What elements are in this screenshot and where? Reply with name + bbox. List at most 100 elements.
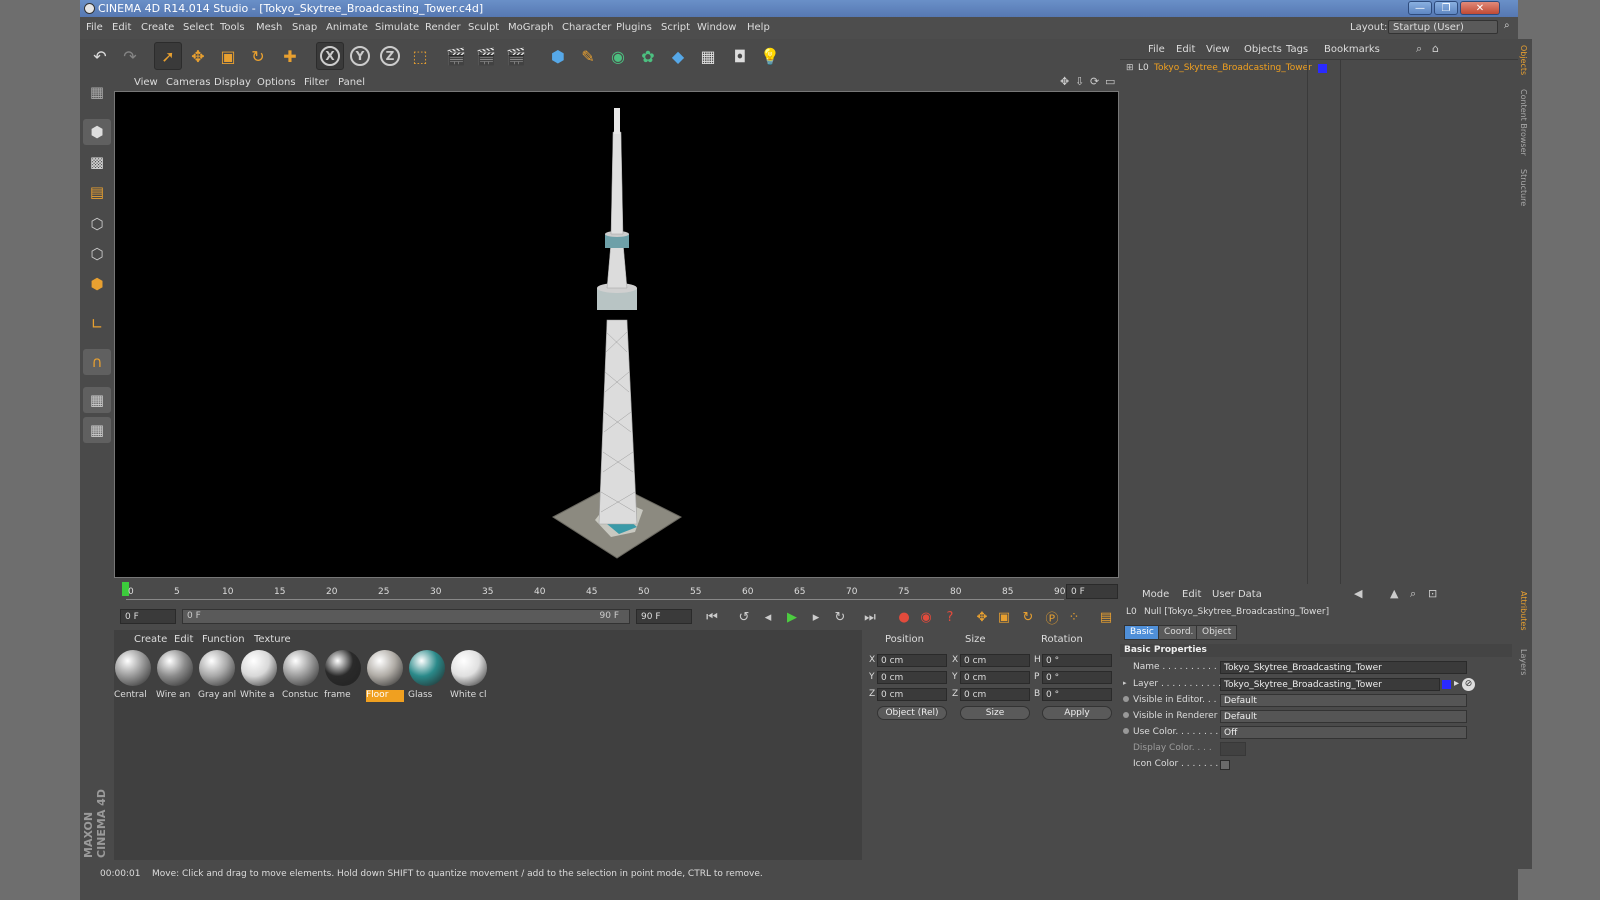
back-arrow-icon[interactable]: ◀ — [1354, 587, 1362, 600]
pos-y-field[interactable]: 0 cm — [877, 671, 947, 684]
visible-in-editor-dropdown[interactable]: Default — [1220, 694, 1467, 707]
record-parameter-icon[interactable]: Ⓟ — [1042, 608, 1062, 627]
start-frame-field[interactable]: 0 F — [120, 609, 176, 624]
object-menu-file[interactable]: File — [1148, 44, 1165, 55]
animation-dot-icon[interactable] — [1123, 728, 1129, 734]
layout-dropdown[interactable]: Startup (User) — [1388, 20, 1498, 34]
workplane-icon[interactable]: ▦ — [83, 387, 111, 413]
point-mode-icon[interactable]: ⬡ — [83, 211, 111, 237]
undo-icon[interactable]: ↶ — [86, 42, 114, 70]
coordinate-system-icon[interactable]: ⬚ — [406, 42, 434, 70]
rot-h-field[interactable]: 0 ° — [1042, 654, 1112, 667]
current-frame-field[interactable]: 0 F — [1066, 584, 1118, 599]
side-tab-structure[interactable]: Structure — [1519, 169, 1528, 206]
side-tab-objects[interactable]: Objects — [1519, 45, 1528, 75]
size-z-field[interactable]: 0 cm — [960, 688, 1030, 701]
display-color-swatch[interactable] — [1220, 742, 1246, 756]
menu-tools[interactable]: Tools — [220, 22, 245, 33]
attr-menu-mode[interactable]: Mode — [1142, 589, 1169, 600]
side-tab-layers[interactable]: Layers — [1519, 649, 1528, 675]
expand-toggle-icon[interactable]: ⊞ — [1126, 63, 1134, 73]
floor-object-icon[interactable]: ▦ — [694, 42, 722, 70]
side-tab-content-browser[interactable]: Content Browser — [1519, 89, 1528, 156]
object-row[interactable]: ⊞ L0 Tokyo_Skytree_Broadcasting_Tower — [1126, 62, 1506, 76]
material-menu-function[interactable]: Function — [202, 634, 245, 645]
z-axis-lock-icon[interactable]: Z — [376, 42, 404, 70]
menu-sculpt[interactable]: Sculpt — [468, 22, 499, 33]
coordinate-mode-dropdown[interactable]: Object (Rel) — [877, 706, 947, 720]
prop-name-field[interactable]: Tokyo_Skytree_Broadcasting_Tower — [1220, 661, 1467, 674]
rotate-tool-icon[interactable]: ↻ — [244, 42, 272, 70]
array-object-icon[interactable]: ✿ — [634, 42, 662, 70]
light-icon[interactable]: 💡 — [756, 42, 784, 70]
layer-browser-icon[interactable]: ⊘ — [1462, 678, 1475, 691]
scale-tool-icon[interactable]: ▣ — [214, 42, 242, 70]
goto-start-icon[interactable]: ⏮ — [702, 608, 722, 626]
material-swatch-selected[interactable]: Floor — [366, 650, 404, 702]
tab-object[interactable]: Object — [1196, 625, 1238, 640]
viewport-zoom-icon[interactable]: ⇩ — [1075, 75, 1084, 88]
viewport-move-icon[interactable]: ✥ — [1060, 75, 1069, 88]
material-swatch[interactable]: Gray anl — [198, 650, 236, 700]
spline-pen-icon[interactable]: ✎ — [574, 42, 602, 70]
viewport-menu-filter[interactable]: Filter — [304, 77, 329, 88]
menu-render[interactable]: Render — [425, 22, 461, 33]
material-swatch[interactable]: Wire an — [156, 650, 194, 700]
apply-button[interactable]: Apply — [1042, 706, 1112, 720]
cube-primitive-icon[interactable]: ⬢ — [544, 42, 572, 70]
viewport-menu-view[interactable]: View — [134, 77, 158, 88]
polygon-mode-icon[interactable]: ⬢ — [83, 271, 111, 297]
object-menu-edit[interactable]: Edit — [1176, 44, 1195, 55]
object-menu-tags[interactable]: Tags — [1286, 44, 1308, 55]
object-menu-objects[interactable]: Objects — [1244, 44, 1282, 55]
menu-snap[interactable]: Snap — [292, 22, 317, 33]
menu-create[interactable]: Create — [141, 22, 174, 33]
maximize-button[interactable]: ❐ — [1434, 1, 1458, 15]
previous-frame-icon[interactable]: ◂ — [758, 608, 778, 626]
material-menu-edit[interactable]: Edit — [174, 634, 193, 645]
frame-range-slider[interactable]: 0 F 90 F — [182, 609, 630, 624]
record-position-icon[interactable]: ✥ — [972, 608, 992, 626]
tab-coord[interactable]: Coord. — [1158, 625, 1200, 640]
menu-file[interactable]: File — [86, 22, 103, 33]
attr-menu-user-data[interactable]: User Data — [1212, 589, 1262, 600]
menu-select[interactable]: Select — [183, 22, 214, 33]
next-key-icon[interactable]: ↻ — [830, 608, 850, 626]
previous-key-icon[interactable]: ↺ — [734, 608, 754, 626]
record-keys-icon[interactable]: ● — [894, 608, 914, 626]
material-swatch[interactable]: White a — [240, 650, 278, 700]
viewport-maximize-icon[interactable]: ▭ — [1105, 75, 1115, 88]
attr-search-icon[interactable]: ⌕ — [1410, 587, 1416, 601]
object-menu-view[interactable]: View — [1206, 44, 1230, 55]
material-swatch[interactable]: White cl — [450, 650, 488, 700]
viewport-menu-display[interactable]: Display — [214, 77, 251, 88]
object-search-icon[interactable]: ⌕ — [1416, 42, 1422, 56]
rot-b-field[interactable]: 0 ° — [1042, 688, 1112, 701]
material-menu-create[interactable]: Create — [134, 634, 167, 645]
menu-plugins[interactable]: Plugins — [616, 22, 652, 33]
object-menu-bookmarks[interactable]: Bookmarks — [1324, 44, 1380, 55]
menu-edit[interactable]: Edit — [112, 22, 131, 33]
x-axis-lock-icon[interactable]: X — [316, 42, 344, 70]
material-swatch[interactable]: Central — [114, 650, 152, 700]
viewport-menu-cameras[interactable]: Cameras — [166, 77, 210, 88]
menu-mograph[interactable]: MoGraph — [508, 22, 553, 33]
keyframe-selection-icon[interactable]: ? — [940, 608, 960, 626]
object-home-icon[interactable]: ⌂ — [1432, 42, 1439, 55]
material-menu-texture[interactable]: Texture — [254, 634, 291, 645]
material-swatch[interactable]: Constuc — [282, 650, 320, 700]
side-tab-attributes[interactable]: Attributes — [1519, 591, 1528, 631]
end-frame-field[interactable]: 90 F — [636, 609, 692, 624]
autokey-icon[interactable]: ◉ — [916, 608, 936, 626]
render-picture-viewer-icon[interactable]: 🎬 — [472, 42, 500, 70]
lock-icon[interactable]: ⊡ — [1428, 587, 1437, 600]
rot-p-field[interactable]: 0 ° — [1042, 671, 1112, 684]
size-x-field[interactable]: 0 cm — [960, 654, 1030, 667]
3d-viewport[interactable] — [114, 91, 1119, 578]
subdivision-surface-icon[interactable]: ◉ — [604, 42, 632, 70]
viewport-menu-options[interactable]: Options — [257, 77, 296, 88]
viewport-menu-panel[interactable]: Panel — [338, 77, 365, 88]
redo-icon[interactable]: ↷ — [116, 42, 144, 70]
make-editable-icon[interactable]: ▦ — [83, 79, 111, 105]
render-settings-icon[interactable]: 🎬 — [502, 42, 530, 70]
